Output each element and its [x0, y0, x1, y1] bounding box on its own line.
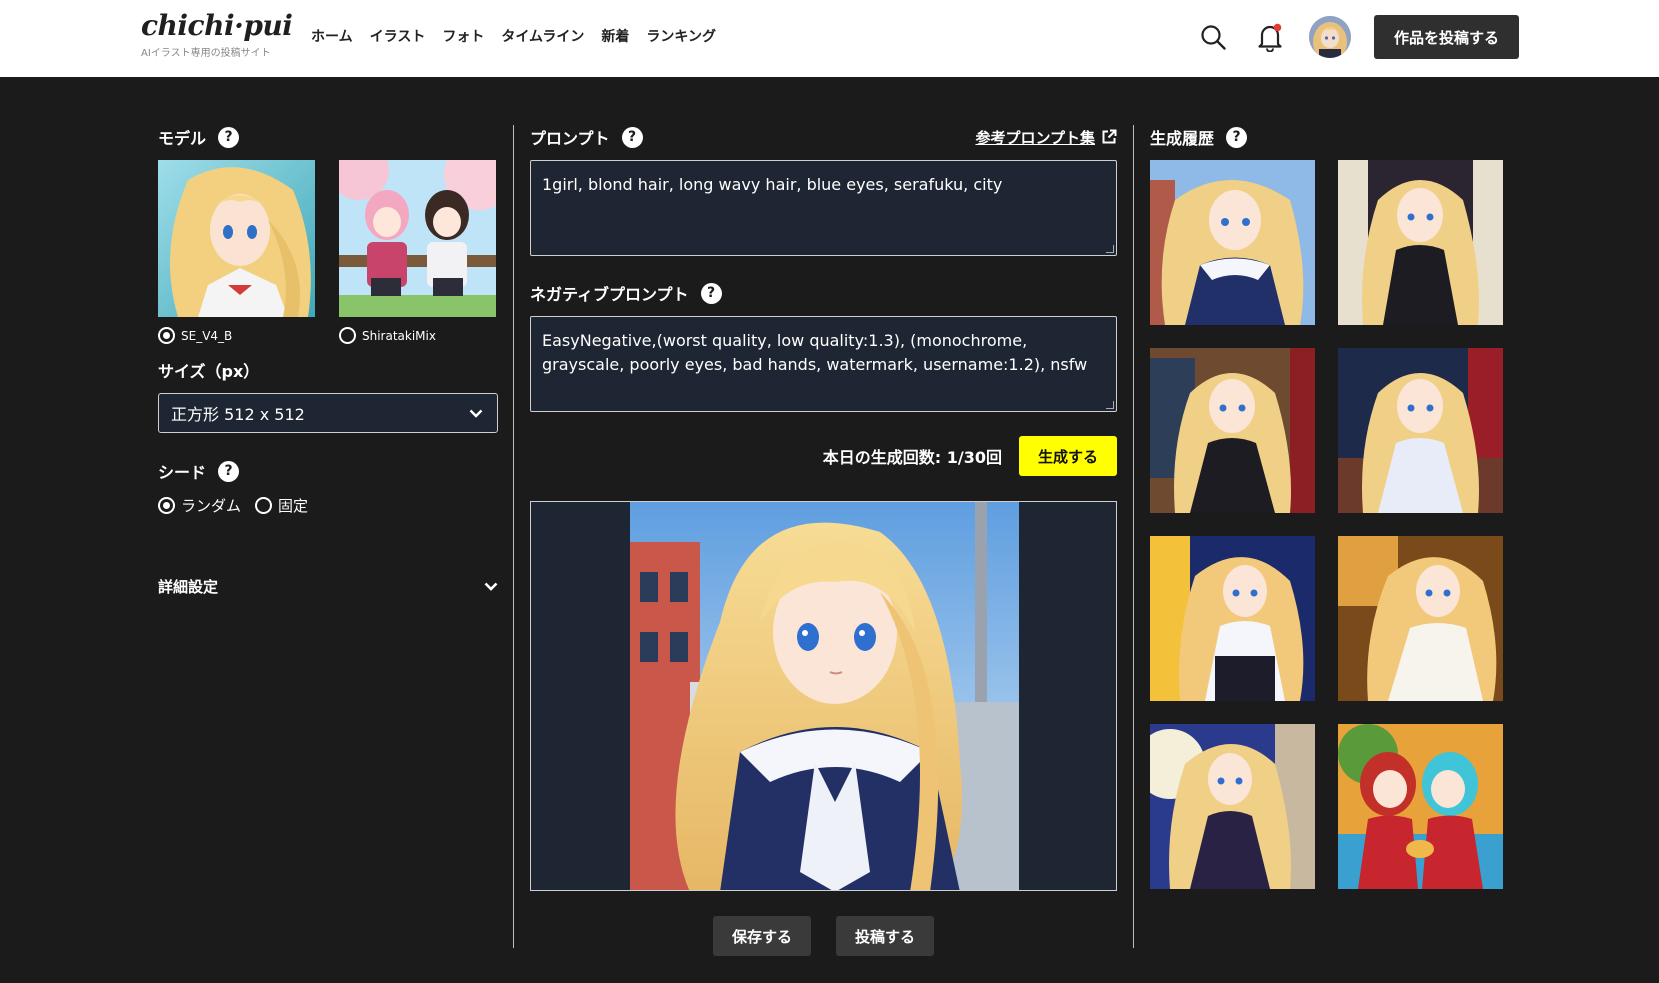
generate-button[interactable]: 生成する [1019, 436, 1117, 476]
image-actions: 保存する 投稿する [530, 916, 1117, 956]
nav-new[interactable]: 新着 [601, 26, 629, 46]
history-panel: 生成履歴 ? [1150, 125, 1505, 889]
model-radio-row: ShiratakiMix [339, 327, 496, 344]
history-thumbnail[interactable] [1338, 348, 1503, 513]
history-thumbnail[interactable] [1338, 160, 1503, 325]
help-icon[interactable]: ? [700, 282, 722, 304]
seed-option-label: ランダム [181, 497, 242, 515]
seed-option-random[interactable]: ランダム [158, 495, 241, 516]
prompt-title-row: プロンプト ? 参考プロンプト集 [530, 125, 1117, 149]
chevron-down-icon [469, 409, 483, 418]
prompt-title-text: プロンプト [530, 129, 610, 148]
model-card-se-v4-b[interactable]: SE_V4_B [158, 160, 315, 344]
negative-prompt-input[interactable]: EasyNegative,(worst quality, low quality… [530, 316, 1117, 412]
model-radio-row: SE_V4_B [158, 327, 315, 344]
help-icon[interactable]: ? [621, 126, 643, 148]
bell-icon[interactable] [1256, 22, 1284, 52]
seed-title: シード ? [158, 459, 498, 483]
settings-panel: モデル ? SE_V4_B ShiratakiMix サイズ（px） 正方形 5… [158, 125, 498, 597]
advanced-settings-label: 詳細設定 [158, 578, 219, 596]
history-thumbnail[interactable] [1150, 536, 1315, 701]
nav-ranking[interactable]: ランキング [646, 26, 716, 46]
history-title-text: 生成履歴 [1150, 129, 1215, 148]
help-icon[interactable]: ? [1226, 126, 1248, 148]
reference-prompts-link[interactable]: 参考プロンプト集 [975, 127, 1117, 148]
post-work-button[interactable]: 作品を投稿する [1374, 15, 1519, 59]
chevron-down-icon [484, 582, 498, 591]
prompt-panel: プロンプト ? 参考プロンプト集 1girl, blond hair, long… [530, 125, 1117, 956]
history-grid [1150, 160, 1505, 889]
model-label: ShiratakiMix [362, 328, 436, 343]
seed-option-fixed[interactable]: 固定 [255, 495, 308, 516]
prompt-title: プロンプト ? [530, 125, 643, 149]
seed-option-label: 固定 [278, 497, 309, 515]
nav-illust[interactable]: イラスト [370, 26, 426, 46]
post-button[interactable]: 投稿する [836, 916, 934, 956]
user-avatar[interactable] [1309, 16, 1351, 58]
save-button[interactable]: 保存する [713, 916, 811, 956]
site-header: chichi·pui AIイラスト専用の投稿サイト ホーム イラスト フォト タ… [0, 0, 1659, 77]
model-title: モデル ? [158, 125, 498, 149]
generate-row: 本日の生成回数: 1/30回 生成する [530, 436, 1117, 476]
help-icon[interactable]: ? [218, 126, 240, 148]
generated-image-preview [530, 501, 1117, 891]
model-thumbnail[interactable] [339, 160, 496, 317]
logo-text: chichi·pui [141, 9, 293, 42]
size-title: サイズ（px） [158, 358, 498, 382]
history-thumbnail[interactable] [1150, 724, 1315, 889]
nav-photo[interactable]: フォト [442, 26, 484, 46]
model-label: SE_V4_B [181, 328, 233, 343]
column-divider [1133, 125, 1134, 948]
search-icon[interactable] [1199, 23, 1227, 51]
negative-prompt-title: ネガティブプロンプト ? [530, 281, 1117, 305]
column-divider [513, 125, 514, 948]
size-title-text: サイズ（px） [158, 362, 260, 381]
advanced-settings-toggle[interactable]: 詳細設定 [158, 576, 498, 597]
site-logo[interactable]: chichi·pui AIイラスト専用の投稿サイト [141, 9, 293, 60]
history-thumbnail[interactable] [1338, 536, 1503, 701]
history-thumbnail[interactable] [1150, 348, 1315, 513]
model-list: SE_V4_B ShiratakiMix [158, 160, 498, 344]
prompt-input[interactable]: 1girl, blond hair, long wavy hair, blue … [530, 160, 1117, 256]
negative-prompt-title-text: ネガティブプロンプト [530, 285, 689, 304]
size-select[interactable]: 正方形 512 x 512 [158, 393, 498, 433]
logo-tagline: AIイラスト専用の投稿サイト [141, 48, 271, 59]
model-radio-shiratakimix[interactable] [339, 327, 356, 344]
history-thumbnail[interactable] [1338, 724, 1503, 889]
size-select-value: 正方形 512 x 512 [171, 405, 305, 424]
history-thumbnail[interactable] [1150, 160, 1315, 325]
nav-timeline[interactable]: タイムライン [501, 26, 584, 46]
help-icon[interactable]: ? [218, 460, 240, 482]
model-title-text: モデル [158, 129, 207, 148]
model-card-shiratakimix[interactable]: ShiratakiMix [339, 160, 496, 344]
seed-title-text: シード [158, 463, 207, 482]
nav-home[interactable]: ホーム [311, 26, 353, 46]
model-radio-se-v4-b[interactable] [158, 327, 175, 344]
generated-image[interactable] [630, 502, 1019, 891]
main-nav: ホーム イラスト フォト タイムライン 新着 ランキング [311, 26, 716, 46]
seed-options: ランダム 固定 [158, 495, 498, 516]
external-link-icon [1102, 129, 1117, 144]
seed-radio-random[interactable] [158, 497, 175, 514]
seed-radio-fixed[interactable] [255, 497, 273, 514]
reference-prompts-label: 参考プロンプト集 [975, 128, 1095, 147]
model-thumbnail[interactable] [158, 160, 315, 317]
history-title: 生成履歴 ? [1150, 125, 1505, 149]
generation-count: 本日の生成回数: 1/30回 [822, 448, 1002, 467]
